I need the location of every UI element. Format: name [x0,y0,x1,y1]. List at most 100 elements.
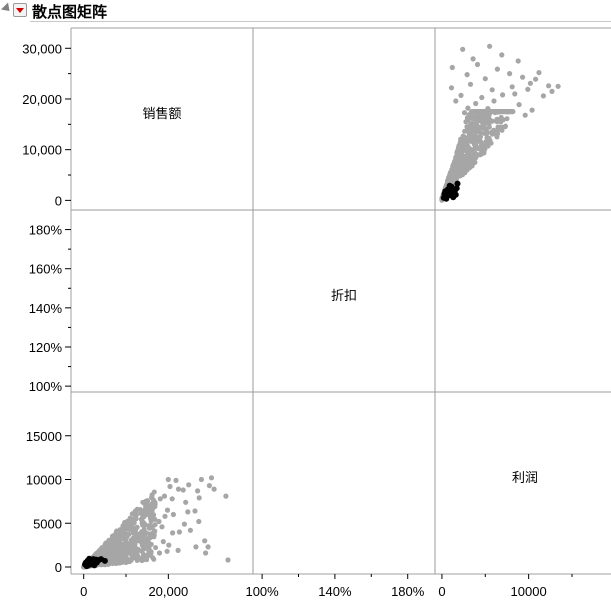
discount-y-axis-tick-label: 180% [29,223,63,238]
scatter-point-profit-sales [491,109,497,115]
scatter-point-sales-profit [196,495,202,501]
scatter-point-profit-sales [499,124,505,130]
scatter-point-profit-sales [489,87,495,93]
scatter-point-sales-profit [123,559,129,564]
scatter-point-sales-profit [123,536,129,542]
scatter-point-profit-sales [448,85,455,91]
scatter-point-profit-sales [487,43,493,49]
scatter-point-profit-sales [470,56,476,62]
scatter-point-profit-sales [486,135,492,141]
scatter-point-sales-profit [169,496,175,502]
scatter-point-sales-profit [185,509,191,515]
sales-x-axis-tick-label: 20,000 [148,584,188,599]
scatter-point-sales-profit [223,493,229,499]
scatter-point-profit-sales [478,134,483,140]
scatter-point-profit-sales [450,164,456,170]
scatter-point-profit-sales [504,116,510,122]
scatter-point-sales-profit [173,477,179,483]
scatter-point-sales-profit [192,508,198,514]
scatter-point-sales-profit [157,496,163,502]
scatter-point-profit-sales [465,164,471,170]
scatter-point-profit-sales [536,70,542,76]
scatter-point-sales-profit [198,476,204,483]
scatter-point-sales-profit [162,513,168,519]
scatter-point-profit-sales [478,143,484,149]
scatter-point-profit-sales [540,93,547,99]
scatter-point-profit-sales [490,129,496,135]
scatter-point-sales-profit [167,483,173,490]
scatter-point-sales-profit [123,521,128,527]
scatter-point-profit-sales [509,84,515,90]
scatter-point-sales-profit [110,540,116,546]
scatter-point-sales-profit [132,525,138,531]
scatter-point-sales-profit [147,534,153,540]
highlight-point-sales-profit [82,561,88,568]
scatter-point-sales-profit [133,509,139,514]
scatter-point-profit-sales [463,140,469,146]
scatter-point-profit-sales [453,176,459,182]
profit-y-axis-tick-label: 10000 [26,473,62,488]
scatter-point-sales-profit [137,538,143,544]
scatter-point-sales-profit [133,547,139,553]
scatter-point-profit-sales [487,140,493,146]
scatter-point-profit-sales [477,115,483,121]
scatter-point-sales-profit [195,488,201,494]
scatter-point-profit-sales [456,167,462,173]
scatter-point-profit-sales [503,109,509,115]
scatter-point-profit-sales [467,81,474,87]
diagonal-labels: 销售额 折扣 利润 [142,106,538,486]
scatter-point-profit-sales [516,102,522,108]
scatter-point-profit-sales [453,98,459,104]
scatter-point-profit-sales [446,175,451,181]
scatter-point-profit-sales [478,125,484,131]
scatter-point-sales-profit [129,552,135,558]
scatter-point-sales-profit [152,504,158,510]
scatter-point-sales-profit [202,538,208,544]
scatter-point-profit-sales [472,139,478,145]
scatter-point-profit-sales [469,120,475,126]
scatter-point-sales-profit [144,498,150,504]
highlight-point-sales-profit [86,555,93,562]
scatter-point-profit-sales [463,158,469,164]
highlight-point-profit-sales [446,182,453,189]
scatter-point-profit-sales [474,61,481,68]
highlight-point-profit-sales [454,180,461,187]
scatter-point-sales-profit [176,529,182,535]
points-layer [81,43,561,570]
scatter-point-profit-sales [527,80,534,86]
profit-y-axis-tick-label: 0 [55,560,62,575]
scatter-point-profit-sales [458,140,463,146]
scatter-point-profit-sales [529,107,535,113]
scatter-point-profit-sales [460,46,466,52]
scatter-point-profit-sales [468,112,474,118]
scatter-point-sales-profit [196,518,202,525]
highlight-point-sales-profit [101,557,108,564]
scatter-point-profit-sales [483,129,489,135]
profit-x-axis-tick-label: 10000 [511,584,547,599]
scatter-point-profit-sales [482,76,488,82]
scatter-point-profit-sales [507,71,513,77]
highlight-point-profit-sales [452,191,459,198]
scatter-point-sales-profit [148,550,154,556]
scatter-point-profit-sales [522,112,528,118]
scatter-point-sales-profit [122,541,128,547]
scatter-point-sales-profit [193,544,199,550]
scatter-point-profit-sales [525,86,531,92]
scatter-point-sales-profit [156,518,162,525]
scatter-point-sales-profit [180,487,186,493]
scatter-point-profit-sales [473,100,479,107]
scatter-point-sales-profit [132,542,138,548]
discount-y-axis-tick-label: 100% [29,379,63,394]
sales-y-axis-tick-label: 10,000 [22,143,62,158]
scatter-point-sales-profit [186,482,192,488]
scatter-point-sales-profit [102,543,108,549]
scatter-point-profit-sales [512,91,518,97]
scatter-point-sales-profit [164,548,170,554]
scatter-point-sales-profit [211,486,217,492]
scatter-point-sales-profit [145,539,150,545]
scatter-point-sales-profit [146,525,152,531]
scatter-point-profit-sales [546,83,552,89]
scatter-point-profit-sales [485,106,491,112]
scatterplot-matrix: 0 10,000 20,000 30,000 100% 120% 140% 160% 180% 0… [22,27,611,599]
scatter-point-profit-sales [533,76,539,82]
